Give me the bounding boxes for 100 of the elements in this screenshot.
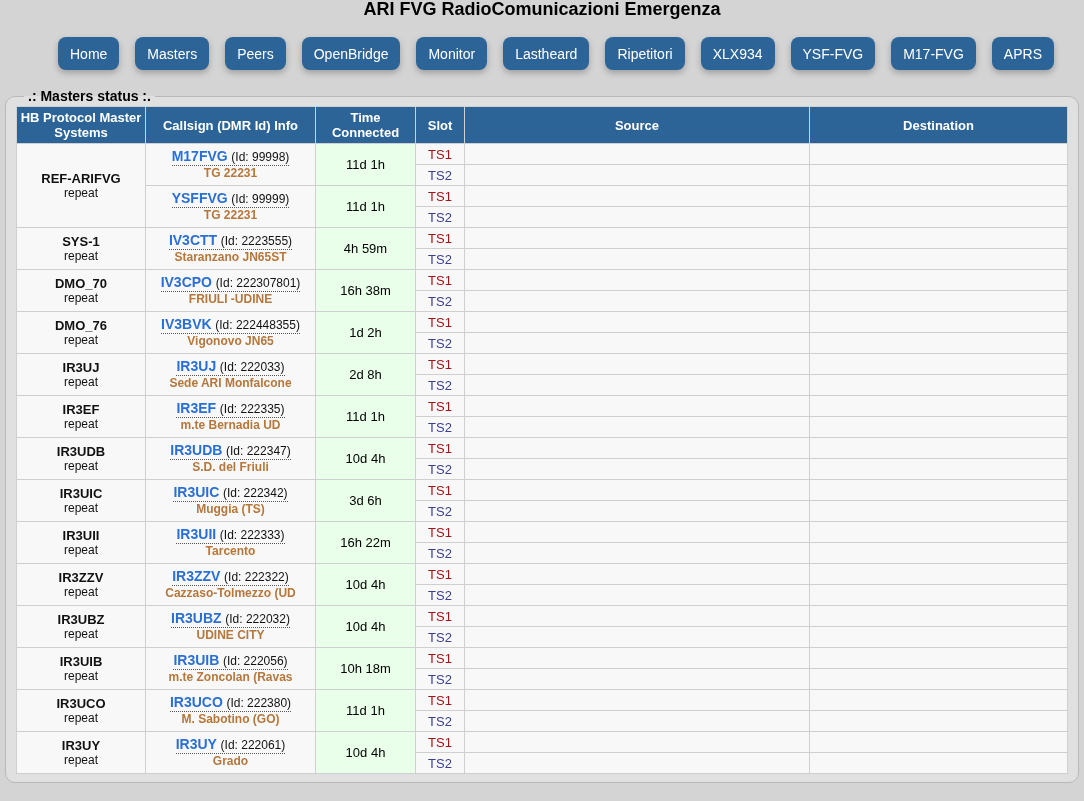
system-mode: repeat bbox=[63, 416, 99, 432]
time-cell: 11d 1h bbox=[315, 185, 416, 228]
nav-button[interactable]: M17-FVG bbox=[891, 37, 976, 70]
system-name: DMO_70 bbox=[54, 275, 108, 291]
system-mode: repeat bbox=[63, 458, 99, 474]
dmr-id: (Id: 222342) bbox=[222, 485, 288, 500]
system-mode: repeat bbox=[63, 542, 99, 558]
time-cell: 11d 1h bbox=[315, 143, 416, 186]
peer-info: M. Sabotino (GO) bbox=[180, 711, 281, 727]
nav-button[interactable]: Peers bbox=[225, 37, 286, 70]
dmr-id: (Id: 2223555) bbox=[220, 233, 293, 248]
time-cell: 10d 4h bbox=[315, 605, 416, 648]
system-name: REF-ARIFVG bbox=[40, 170, 122, 186]
nav-button[interactable]: OpenBridge bbox=[301, 37, 401, 70]
system-mode: repeat bbox=[63, 668, 99, 684]
peer-info: Tarcento bbox=[204, 543, 257, 559]
column-header: Callsign (DMR Id) Info bbox=[145, 106, 316, 144]
system-mode: repeat bbox=[63, 248, 99, 264]
system-name: IR3UY bbox=[60, 737, 102, 753]
system-name: IR3UDB bbox=[55, 443, 107, 459]
column-header: Source bbox=[464, 106, 810, 144]
time-cell: 2d 8h bbox=[315, 353, 416, 396]
callsign-link[interactable]: IR3ZZV bbox=[172, 567, 221, 584]
nav-button[interactable]: APRS bbox=[991, 37, 1054, 70]
callsign-link[interactable]: IR3UBZ bbox=[171, 609, 222, 626]
system-mode: repeat bbox=[63, 500, 99, 516]
peer-info: m.te Bernadia UD bbox=[179, 417, 282, 433]
peer-info: m.te Zoncolan (Ravas bbox=[167, 669, 294, 685]
dmr-id: (Id: 222333) bbox=[219, 527, 285, 542]
dmr-id: (Id: 99998) bbox=[231, 149, 290, 164]
peer-info: Vigonovo JN65 bbox=[186, 333, 275, 349]
callsign-link[interactable]: IR3UY bbox=[175, 735, 217, 752]
dmr-id: (Id: 99999) bbox=[231, 191, 290, 206]
time-cell: 1d 2h bbox=[315, 311, 416, 354]
dmr-id: (Id: 222061) bbox=[220, 737, 286, 752]
callsign-link[interactable]: M17FVG bbox=[171, 147, 228, 164]
nav-button[interactable]: YSF-FVG bbox=[790, 37, 876, 70]
time-cell: 10d 4h bbox=[315, 731, 416, 774]
system-name: IR3EF bbox=[61, 401, 101, 417]
callsign-link[interactable]: IR3UCO bbox=[169, 693, 223, 710]
system-mode: repeat bbox=[63, 584, 99, 600]
system-name: SYS-1 bbox=[61, 233, 101, 249]
callsign-link[interactable]: IR3UDB bbox=[170, 441, 223, 458]
panel-legend: .: Masters status :. bbox=[24, 88, 155, 104]
column-header: Time Connected bbox=[315, 106, 416, 144]
nav-button[interactable]: Lastheard bbox=[503, 37, 590, 70]
peer-info: Grado bbox=[211, 753, 250, 769]
peer-info: TG 22231 bbox=[202, 207, 259, 223]
peer-info: UDINE CITY bbox=[195, 627, 266, 643]
nav-button[interactable]: Ripetitori bbox=[605, 37, 685, 70]
system-name: IR3UII bbox=[61, 527, 101, 543]
peer-info: S.D. del Friuli bbox=[191, 459, 270, 475]
nav-button[interactable]: XLX934 bbox=[700, 37, 775, 70]
callsign-link[interactable]: IV3CPO bbox=[160, 273, 212, 290]
page-title: ARI FVG RadioComunicazioni Emergenza bbox=[362, 0, 722, 21]
dmr-id: (Id: 222380) bbox=[226, 695, 292, 710]
dmr-id: (Id: 222322) bbox=[224, 569, 289, 584]
peer-info: Cazzaso-Tolmezzo (UD bbox=[164, 585, 297, 601]
time-cell: 11d 1h bbox=[315, 689, 416, 732]
column-header: HB Protocol Master Systems bbox=[16, 106, 146, 144]
system-name: IR3UBZ bbox=[56, 611, 106, 627]
nav-button[interactable]: Home bbox=[58, 37, 120, 70]
peer-info: Sede ARI Monfalcone bbox=[168, 375, 293, 391]
callsign-link[interactable]: IR3UIC bbox=[173, 483, 220, 500]
time-cell: 3d 6h bbox=[315, 479, 416, 522]
callsign-link[interactable]: IR3EF bbox=[176, 399, 217, 416]
callsign-link[interactable]: YSFFVG bbox=[171, 189, 228, 206]
time-cell: 10h 18m bbox=[315, 647, 416, 690]
time-cell: 11d 1h bbox=[315, 395, 416, 438]
nav-button[interactable]: Masters bbox=[135, 37, 210, 70]
callsign-link[interactable]: IR3UII bbox=[176, 525, 217, 542]
callsign-link[interactable]: IR3UIB bbox=[173, 651, 220, 668]
system-name: DMO_76 bbox=[54, 317, 108, 333]
dmr-id: (Id: 222307801) bbox=[215, 275, 301, 290]
dmr-id: (Id: 222335) bbox=[219, 401, 285, 416]
time-cell: 16h 38m bbox=[315, 269, 416, 312]
column-header: Slot bbox=[415, 106, 465, 144]
peer-info: TG 22231 bbox=[202, 165, 259, 181]
system-name: IR3ZZV bbox=[57, 569, 105, 585]
system-mode: repeat bbox=[63, 710, 99, 726]
dmr-id: (Id: 222033) bbox=[219, 359, 285, 374]
time-cell: 4h 59m bbox=[315, 227, 416, 270]
callsign-link[interactable]: IV3CTT bbox=[168, 231, 218, 248]
time-cell: 16h 22m bbox=[315, 521, 416, 564]
callsign-link[interactable]: IR3UJ bbox=[176, 357, 217, 374]
time-cell: 10d 4h bbox=[315, 563, 416, 606]
peer-info: Staranzano JN65ST bbox=[173, 249, 288, 265]
peer-info: Muggia (TS) bbox=[195, 501, 266, 517]
system-mode: repeat bbox=[63, 290, 99, 306]
callsign-link[interactable]: IV3BVK bbox=[161, 315, 212, 332]
nav-button[interactable]: Monitor bbox=[416, 37, 488, 70]
system-name: IR3UIC bbox=[58, 485, 104, 501]
system-mode: repeat bbox=[63, 626, 99, 642]
dmr-id: (Id: 222032) bbox=[225, 611, 290, 626]
system-mode: repeat bbox=[63, 332, 99, 348]
time-cell: 10d 4h bbox=[315, 437, 416, 480]
system-mode: repeat bbox=[63, 752, 99, 768]
dmr-id: (Id: 222448355) bbox=[215, 317, 300, 332]
dmr-id: (Id: 222347) bbox=[226, 443, 291, 458]
column-header: Destination bbox=[809, 106, 1068, 144]
